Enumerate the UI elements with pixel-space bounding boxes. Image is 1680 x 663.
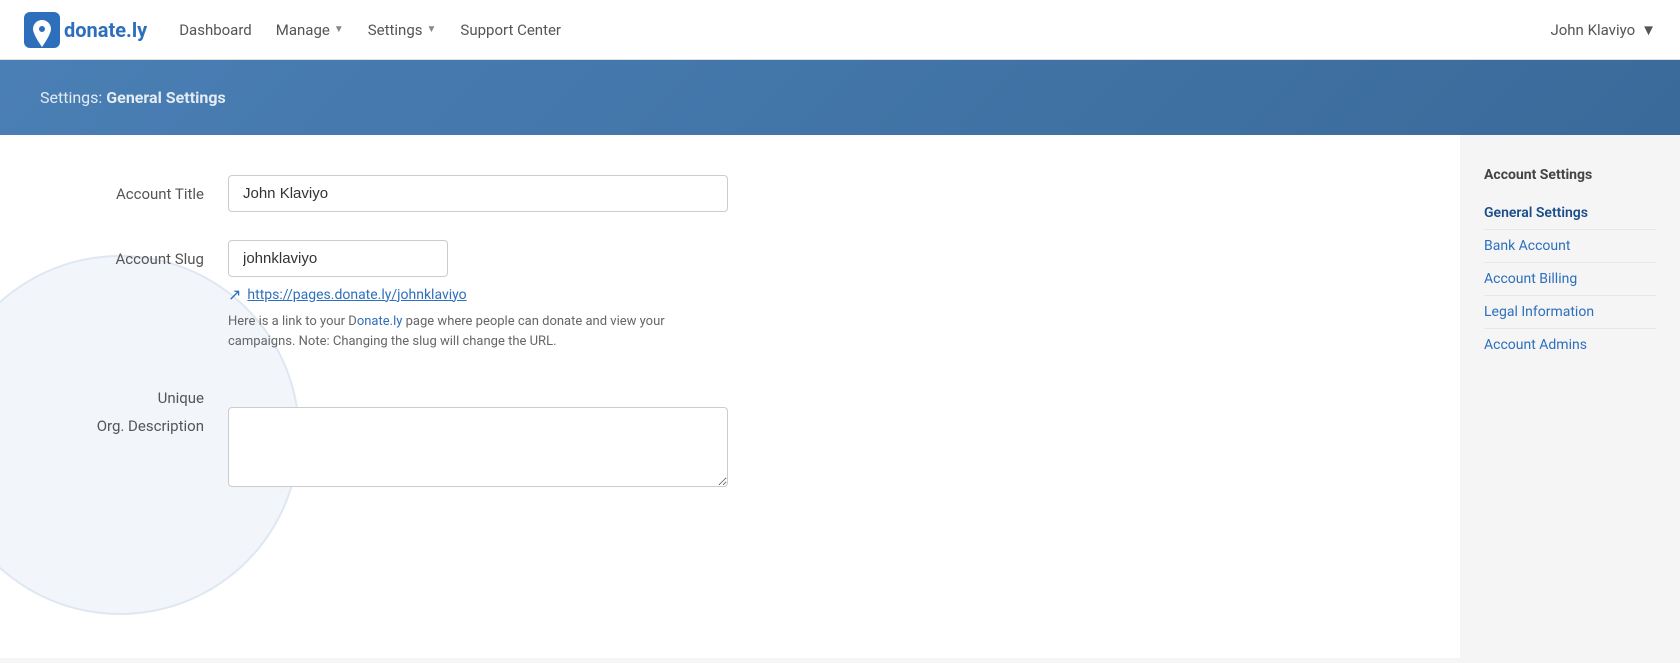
user-menu-arrow: ▼ [1641,21,1656,39]
account-title-row: Account Title [48,175,1412,212]
sidebar-item-general-label: General Settings [1484,205,1588,221]
sidebar-item-admins-label: Account Admins [1484,337,1587,353]
logo[interactable]: donate.ly [24,12,147,48]
org-description-label: Org. Description [48,407,228,435]
nav-dashboard[interactable]: Dashboard [179,21,252,39]
nav-settings[interactable]: Settings ▼ [368,21,437,39]
account-title-wrap [228,175,728,212]
sidebar-item-account-billing[interactable]: Account Billing [1484,263,1656,296]
nav-support[interactable]: Support Center [460,21,561,39]
unique-row: Unique [48,379,1412,407]
org-description-input[interactable] [228,407,728,487]
account-title-input[interactable] [228,175,728,212]
right-sidebar: Account Settings General Settings Bank A… [1460,135,1680,658]
main-content: Account Title Account Slug ↗ https://pag… [0,135,1680,658]
nav-manage-arrow: ▼ [334,24,344,35]
slug-desc-part1: Here is a link to your D [228,314,357,329]
form-area: Account Title Account Slug ↗ https://pag… [0,135,1460,658]
nav-settings-label: Settings [368,21,423,39]
sidebar-item-general-settings[interactable]: General Settings [1484,197,1656,230]
sidebar-item-legal-information[interactable]: Legal Information [1484,296,1656,329]
user-menu[interactable]: John Klaviyo ▼ [1550,21,1656,39]
sidebar-item-legal-label: Legal Information [1484,304,1594,320]
account-slug-row: Account Slug ↗ https://pages.donate.ly/j… [48,240,1412,351]
account-settings-title: Account Settings [1484,167,1656,183]
nav-manage[interactable]: Manage ▼ [276,21,344,39]
breadcrumb-prefix: Settings: [40,88,102,107]
sidebar-item-bank-account[interactable]: Bank Account [1484,230,1656,263]
logo-icon [24,12,60,48]
nav-dashboard-label: Dashboard [179,21,252,39]
nav-settings-arrow: ▼ [427,24,437,35]
sidebar-item-bank-label: Bank Account [1484,238,1570,254]
slug-description: Here is a link to your Donate.ly page wh… [228,312,728,351]
sidebar-item-billing-label: Account Billing [1484,271,1577,287]
account-slug-wrap: ↗ https://pages.donate.ly/johnklaviyo He… [228,240,728,351]
slug-row [228,240,728,277]
slug-link-row: ↗ https://pages.donate.ly/johnklaviyo [228,285,728,304]
breadcrumb: Settings: General Settings [40,88,1640,107]
external-link-icon: ↗ [228,285,241,304]
account-slug-input[interactable] [228,240,448,277]
nav-links: Dashboard Manage ▼ Settings ▼ Support Ce… [179,21,561,39]
account-title-label: Account Title [48,175,228,203]
sidebar-item-account-admins[interactable]: Account Admins [1484,329,1656,361]
slug-desc-highlight: onate.ly [357,314,403,329]
navbar-left: donate.ly Dashboard Manage ▼ Settings ▼ … [24,12,561,48]
nav-manage-label: Manage [276,21,330,39]
page-header: Settings: General Settings [0,60,1680,135]
slug-link[interactable]: https://pages.donate.ly/johnklaviyo [247,287,466,303]
org-description-row: Org. Description [48,407,1412,491]
logo-text: donate.ly [64,18,147,42]
nav-support-label: Support Center [460,21,561,39]
navbar: donate.ly Dashboard Manage ▼ Settings ▼ … [0,0,1680,60]
account-slug-label: Account Slug [48,240,228,268]
org-description-wrap [228,407,728,491]
user-name: John Klaviyo [1550,21,1635,39]
unique-label: Unique [48,379,228,407]
page-title: General Settings [106,88,225,107]
